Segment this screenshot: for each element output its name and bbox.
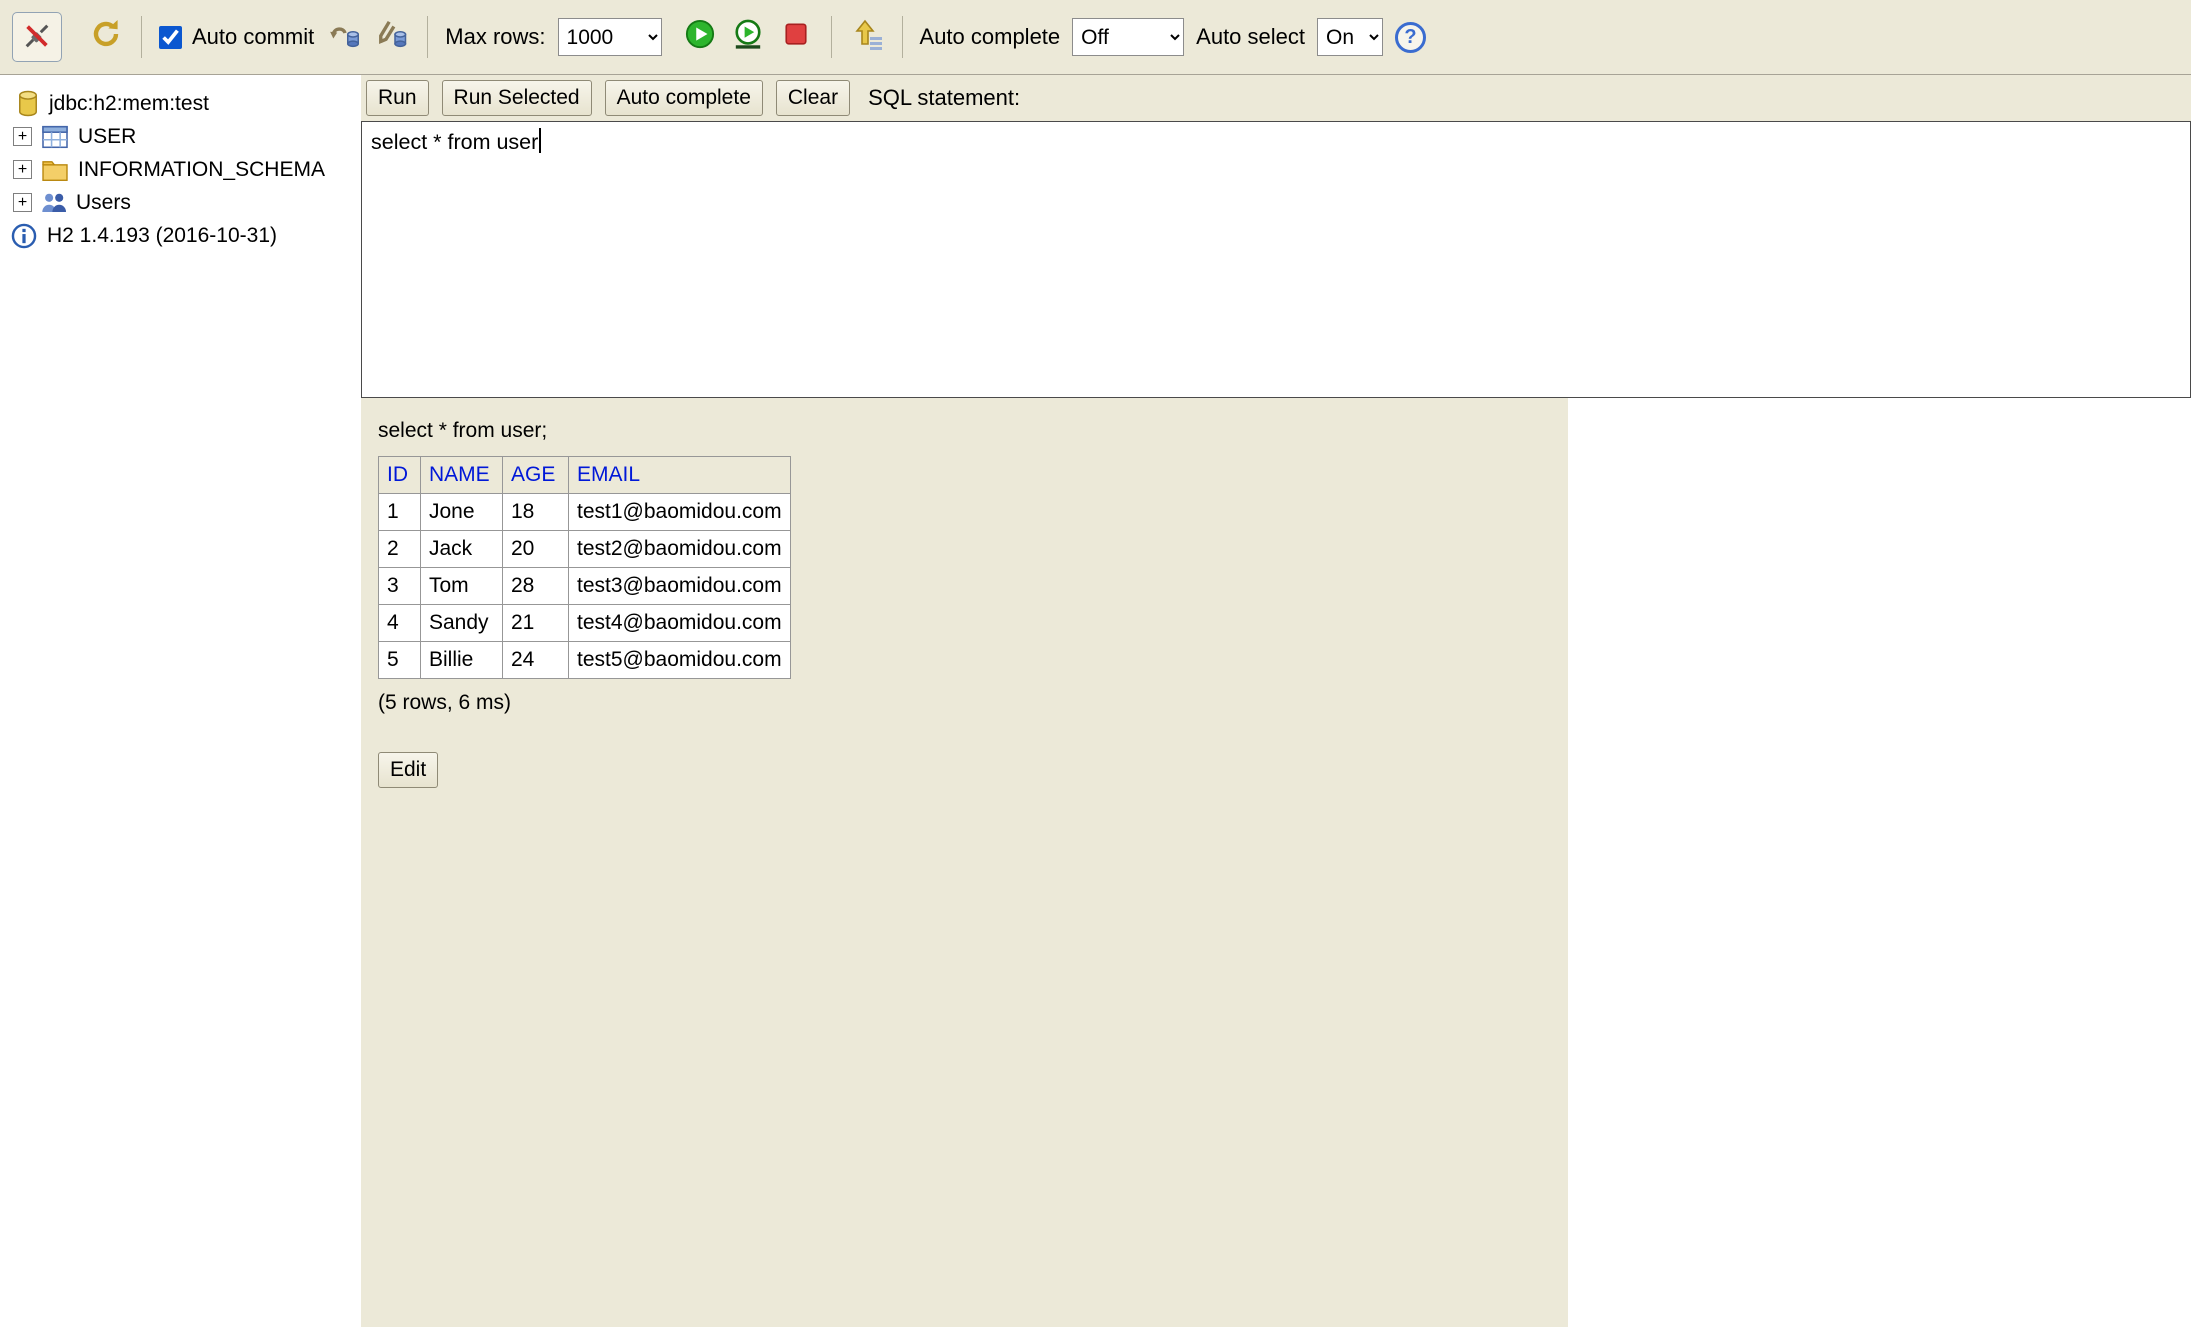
auto-select-label: Auto select: [1196, 24, 1305, 49]
table-row: 4 Sandy 21 test4@baomidou.com: [378, 604, 791, 642]
expand-icon[interactable]: +: [13, 160, 32, 179]
table-row: 1 Jone 18 test1@baomidou.com: [378, 493, 791, 531]
table-cell: 2: [378, 530, 421, 568]
run-icon-button[interactable]: [682, 19, 718, 55]
table-icon: [41, 125, 69, 149]
table-row: 3 Tom 28 test3@baomidou.com: [378, 567, 791, 605]
disconnect-icon: [22, 21, 52, 54]
history-button[interactable]: [849, 19, 885, 55]
results-panel: select * from user; ID NAME AGE EMAIL 1 …: [361, 398, 1568, 1327]
table-cell: Billie: [420, 641, 503, 679]
expand-icon[interactable]: +: [13, 193, 32, 212]
column-header-id[interactable]: ID: [378, 456, 421, 494]
sql-input[interactable]: select * from user: [361, 121, 2191, 398]
table-cell: 28: [502, 567, 569, 605]
results-frame: select * from user; ID NAME AGE EMAIL 1 …: [361, 398, 2191, 1327]
disconnect-button[interactable]: [12, 12, 62, 62]
expand-icon[interactable]: +: [13, 127, 32, 146]
tree-root-connection[interactable]: jdbc:h2:mem:test: [0, 87, 361, 120]
clear-button[interactable]: Clear: [775, 80, 851, 116]
table-cell: test2@baomidou.com: [568, 530, 791, 568]
h2-version-row: H2 1.4.193 (2016-10-31): [0, 219, 361, 252]
table-cell: 18: [502, 493, 569, 531]
table-cell: 5: [378, 641, 421, 679]
table-cell: test4@baomidou.com: [568, 604, 791, 642]
column-header-age[interactable]: AGE: [502, 456, 569, 494]
history-icon: [851, 18, 883, 56]
sidebar-item-user-table[interactable]: + USER: [0, 120, 361, 153]
table-label: USER: [78, 124, 137, 148]
database-icon: [16, 90, 40, 118]
folder-icon: [41, 158, 69, 182]
help-button[interactable]: ?: [1395, 21, 1426, 53]
cancel-icon-button[interactable]: [778, 19, 814, 55]
rollback-button[interactable]: [374, 19, 410, 55]
auto-complete-button[interactable]: Auto complete: [604, 80, 763, 116]
run-selected-icon-button[interactable]: [730, 19, 766, 55]
auto-commit-checkbox[interactable]: [159, 25, 182, 49]
users-icon: [41, 190, 67, 216]
run-selected-button[interactable]: Run Selected: [441, 80, 592, 116]
commit-icon: [327, 19, 361, 55]
refresh-button[interactable]: [88, 19, 124, 55]
query-toolbar: Run Run Selected Auto complete Clear SQL…: [361, 75, 2191, 121]
result-status: (5 rows, 6 ms): [378, 691, 512, 714]
table-cell: 21: [502, 604, 569, 642]
stop-icon: [783, 21, 809, 53]
schema-label: INFORMATION_SCHEMA: [78, 157, 325, 181]
run-icon: [685, 19, 715, 55]
refresh-icon: [90, 18, 122, 56]
toolbar-separator: [830, 16, 832, 58]
column-header-email[interactable]: EMAIL: [568, 456, 791, 494]
database-tree: jdbc:h2:mem:test + USER + INFORMATION_SC…: [0, 75, 361, 1327]
table-cell: test5@baomidou.com: [568, 641, 791, 679]
toolbar-separator: [901, 16, 903, 58]
table-cell: 24: [502, 641, 569, 679]
auto-commit-label: Auto commit: [192, 24, 315, 49]
table-cell: 1: [378, 493, 421, 531]
table-cell: Tom: [420, 567, 503, 605]
edit-button[interactable]: Edit: [378, 752, 439, 788]
sql-text: select * from user: [371, 130, 539, 154]
auto-commit-toggle[interactable]: Auto commit: [159, 24, 314, 50]
table-cell: 4: [378, 604, 421, 642]
h2-console: Auto commit Max rows: 1000 Auto complete…: [0, 0, 2191, 1327]
auto-select-select[interactable]: On: [1317, 18, 1383, 56]
column-header-name[interactable]: NAME: [420, 456, 503, 494]
h2-version-label: H2 1.4.193 (2016-10-31): [47, 223, 277, 247]
content-area: jdbc:h2:mem:test + USER + INFORMATION_SC…: [0, 75, 2191, 1327]
rollback-icon: [375, 19, 409, 55]
result-table: ID NAME AGE EMAIL 1 Jone 18 test1@baomid…: [378, 456, 791, 679]
commit-button[interactable]: [326, 19, 362, 55]
table-cell: Jone: [420, 493, 503, 531]
run-button[interactable]: Run: [366, 80, 429, 116]
auto-complete-label: Auto complete: [919, 24, 1061, 49]
auto-complete-select[interactable]: Off: [1072, 18, 1185, 56]
sidebar-item-information-schema[interactable]: + INFORMATION_SCHEMA: [0, 153, 361, 186]
table-header-row: ID NAME AGE EMAIL: [378, 456, 791, 494]
table-cell: 20: [502, 530, 569, 568]
toolbar-separator: [427, 16, 429, 58]
table-row: 5 Billie 24 test5@baomidou.com: [378, 641, 791, 679]
text-cursor: [539, 128, 542, 153]
sql-statement-label: SQL statement:: [868, 85, 1021, 110]
table-cell: test3@baomidou.com: [568, 567, 791, 605]
max-rows-select[interactable]: 1000: [557, 18, 662, 56]
table-cell: Sandy: [420, 604, 503, 642]
users-label: Users: [76, 190, 131, 214]
connection-label: jdbc:h2:mem:test: [49, 91, 209, 115]
query-frame: Run Run Selected Auto complete Clear SQL…: [361, 75, 2191, 1327]
toolbar-separator: [141, 16, 142, 58]
executed-statement: select * from user;: [378, 419, 548, 442]
run-selected-icon: [733, 19, 763, 55]
table-cell: Jack: [420, 530, 503, 568]
max-rows-label: Max rows:: [445, 24, 546, 49]
top-toolbar: Auto commit Max rows: 1000 Auto complete…: [0, 0, 2191, 75]
table-cell: test1@baomidou.com: [568, 493, 791, 531]
info-icon: [11, 223, 37, 249]
table-cell: 3: [378, 567, 421, 605]
sidebar-item-users[interactable]: + Users: [0, 186, 361, 219]
table-row: 2 Jack 20 test2@baomidou.com: [378, 530, 791, 568]
